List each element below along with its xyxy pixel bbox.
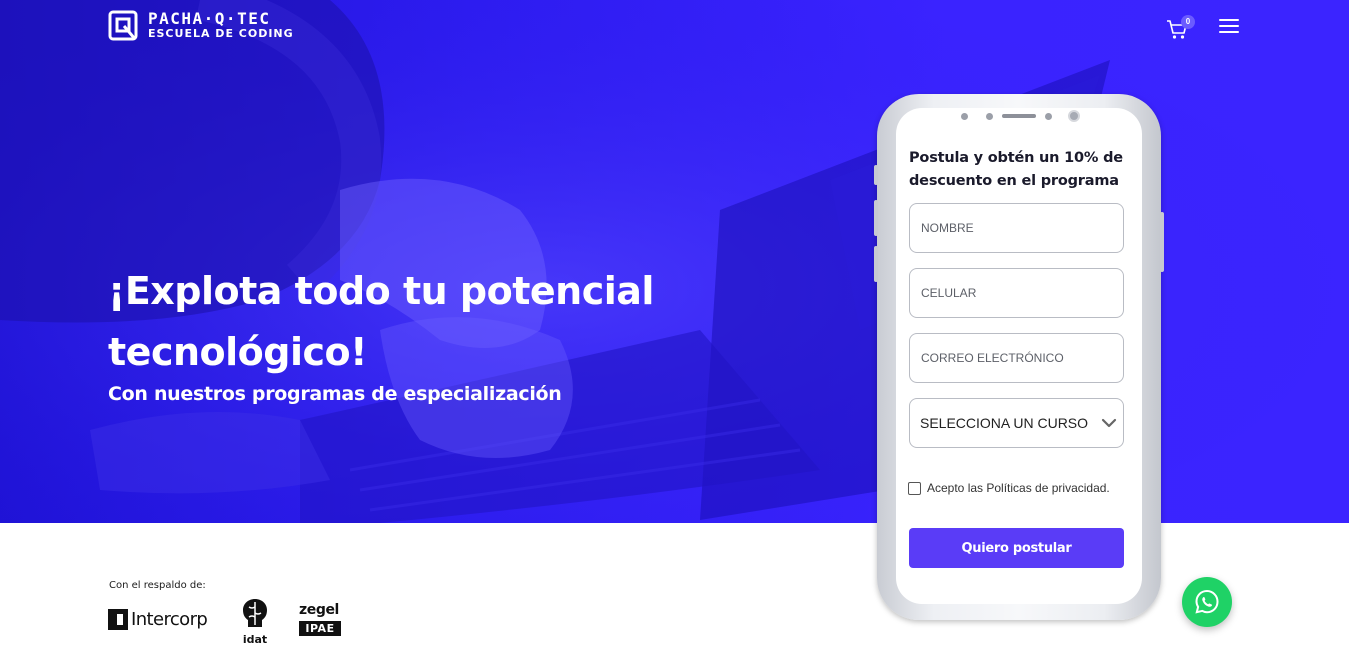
cart-button[interactable]: 0 — [1166, 15, 1196, 40]
email-input[interactable] — [909, 333, 1124, 383]
phone-input[interactable] — [909, 268, 1124, 318]
submit-button[interactable]: Quiero postular — [909, 528, 1124, 568]
chevron-down-icon — [1101, 418, 1117, 428]
phone-sensor — [1045, 113, 1052, 120]
whatsapp-button[interactable] — [1182, 577, 1232, 627]
phone-side-button — [874, 246, 878, 282]
hamburger-menu-button[interactable] — [1219, 19, 1239, 35]
intercorp-logo: Intercorp — [108, 609, 208, 630]
zegel-ipae-logo: zegel IPAE — [299, 602, 343, 636]
hero-title: ¡Explota todo tu potencial tecnológico! — [108, 261, 728, 383]
logo-text: PACHA·Q·TEC ESCUELA DE CODING — [148, 10, 294, 41]
form-title: Postula y obtén un 10% de descuento en e… — [909, 150, 1123, 189]
backers-label: Con el respaldo de: — [109, 580, 206, 591]
phone-side-button — [874, 200, 878, 236]
logo-name: PACHA·Q·TEC — [148, 9, 271, 28]
phone-speaker — [1002, 114, 1036, 118]
cart-count-badge: 0 — [1181, 15, 1195, 29]
name-input[interactable] — [909, 203, 1124, 253]
logo-subtitle: ESCUELA DE CODING — [148, 27, 294, 40]
zegel-text: zegel — [299, 602, 339, 618]
idat-text: idat — [242, 633, 268, 646]
whatsapp-icon — [1195, 589, 1219, 614]
ipae-text: IPAE — [299, 621, 341, 636]
phone-camera — [1068, 110, 1080, 122]
hamburger-menu-icon — [1219, 19, 1239, 21]
privacy-consent[interactable]: Acepto las Políticas de privacidad. — [908, 481, 1110, 495]
logo-mark-icon — [108, 10, 138, 41]
brand-logo[interactable]: PACHA·Q·TEC ESCUELA DE CODING — [108, 10, 294, 41]
phone-side-button — [1160, 212, 1164, 272]
idat-brain-icon — [243, 599, 267, 627]
phone-sensor — [986, 113, 993, 120]
course-select[interactable]: SELECCIONA UN CURSO — [909, 398, 1124, 448]
hero-title-line1: ¡Explota todo tu potencial — [108, 269, 654, 313]
privacy-checkbox[interactable] — [908, 481, 921, 495]
phone-side-button — [874, 165, 878, 185]
idat-logo: idat — [240, 597, 270, 646]
intercorp-mark-icon — [108, 609, 128, 630]
hero-subtitle: Con nuestros programas de especializació… — [108, 383, 562, 405]
course-select-value: SELECCIONA UN CURSO — [920, 415, 1089, 431]
phone-sensor — [961, 113, 968, 120]
hero-title-line2: tecnológico! — [108, 330, 367, 374]
privacy-label: Acepto las Políticas de privacidad. — [927, 481, 1110, 495]
intercorp-text: Intercorp — [131, 609, 208, 630]
